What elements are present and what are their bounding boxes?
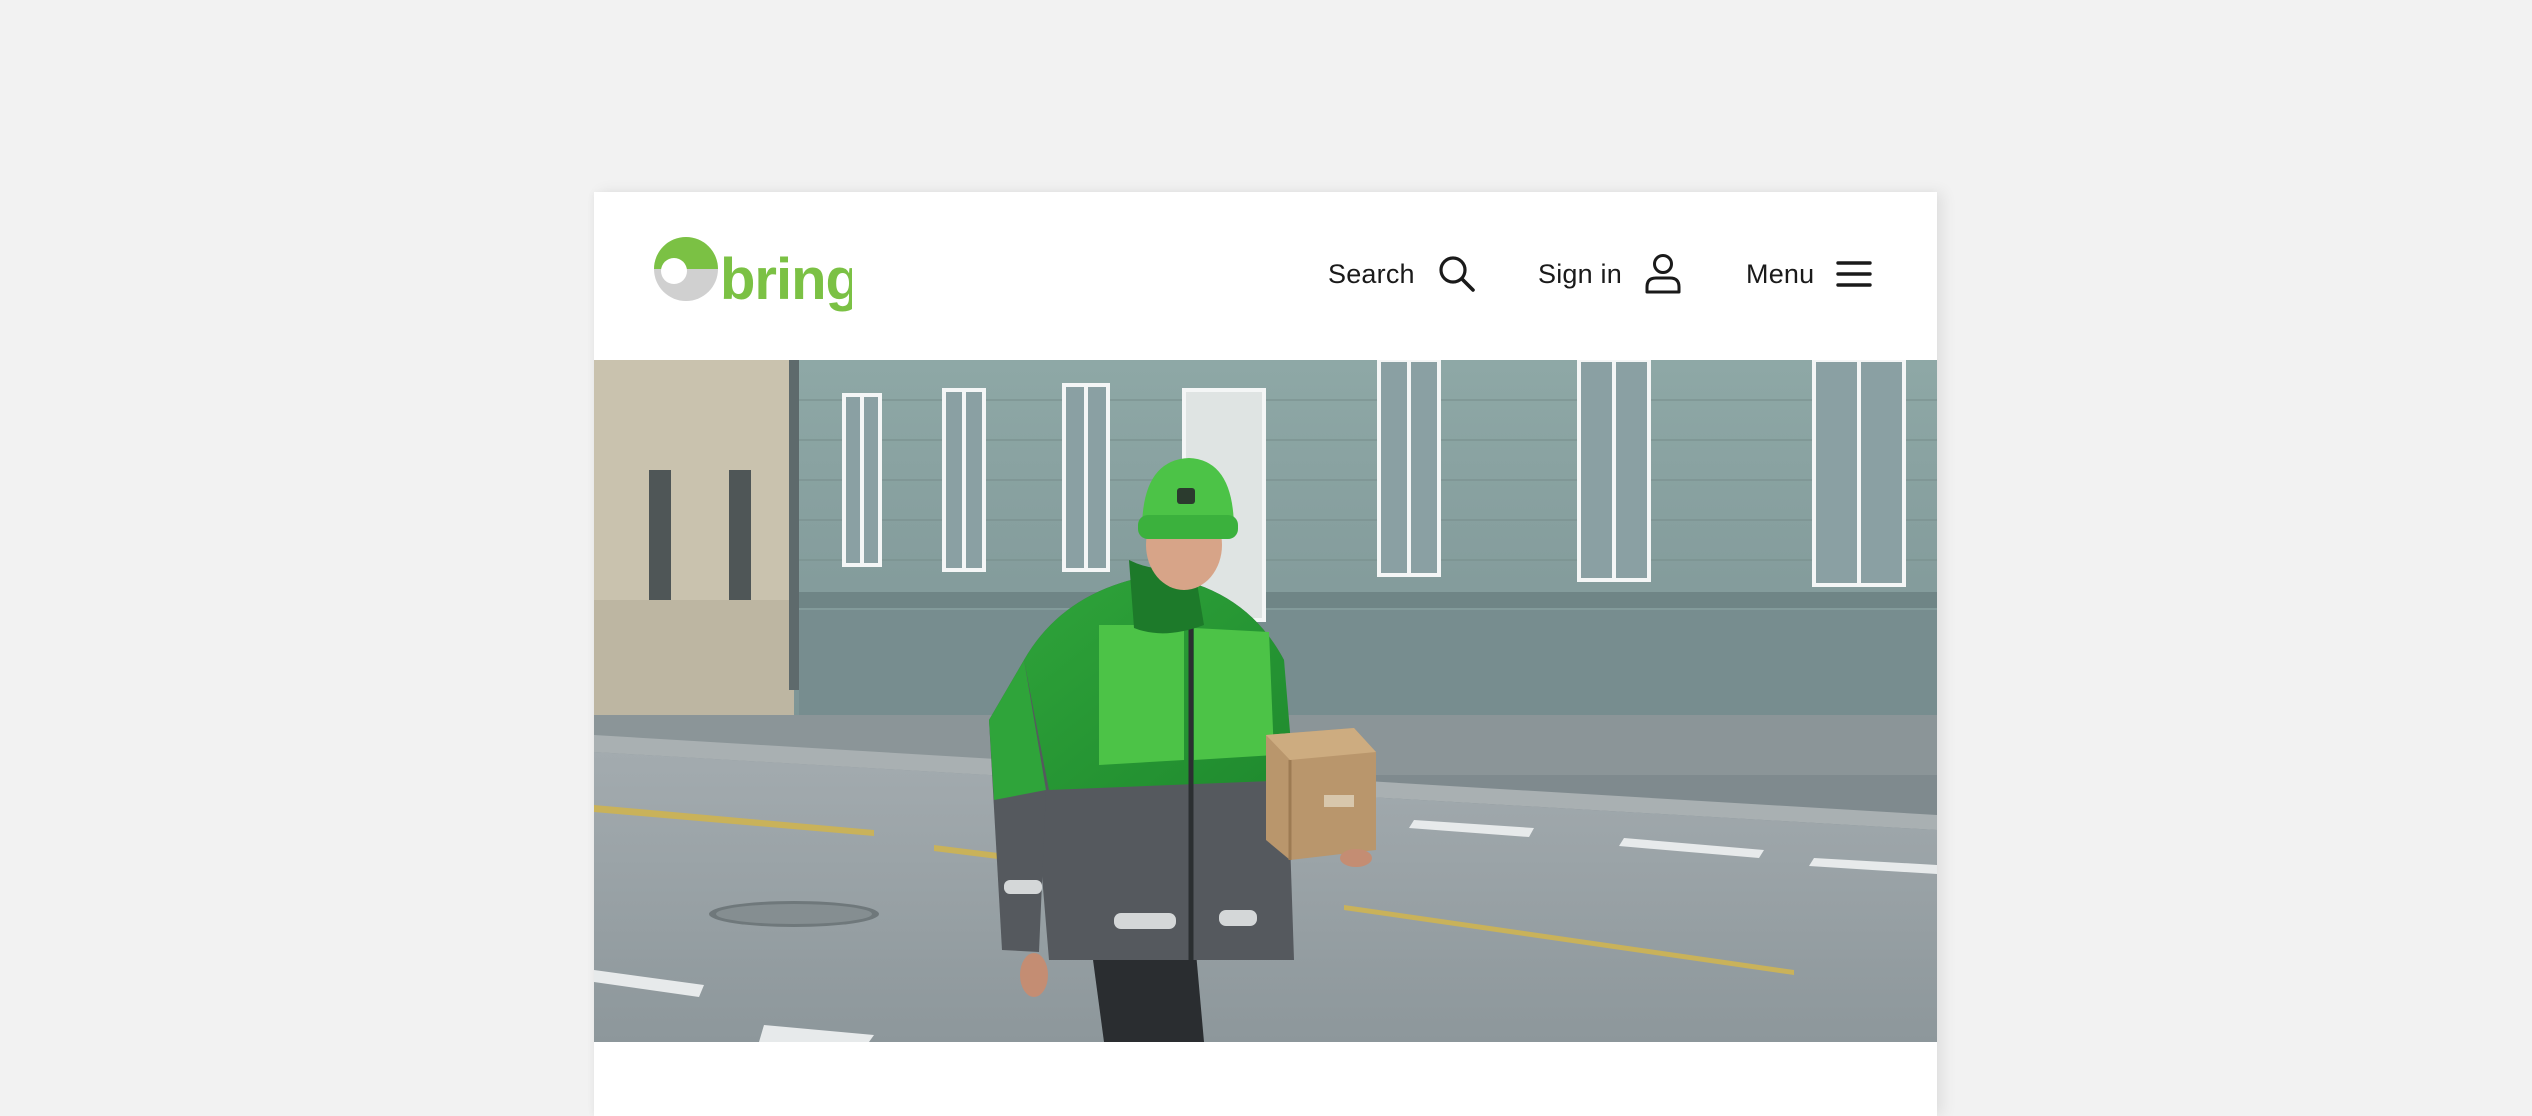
- sign-in-label: Sign in: [1538, 258, 1622, 289]
- site-header: bring Search Sign in Menu: [594, 192, 1937, 360]
- sign-in-button[interactable]: Sign in: [1538, 250, 1682, 298]
- bring-logo[interactable]: bring: [652, 237, 861, 317]
- user-icon: [1644, 253, 1682, 295]
- hero-image: [594, 360, 1937, 1042]
- search-icon: [1437, 254, 1477, 294]
- logo-wordmark: bring: [720, 247, 852, 312]
- hamburger-menu-icon: [1836, 259, 1873, 289]
- menu-button[interactable]: Menu: [1746, 250, 1873, 298]
- page-card: bring Search Sign in Menu: [594, 192, 1937, 1116]
- courier-walking-with-package-illustration: [594, 360, 1937, 1042]
- package: [1266, 728, 1376, 860]
- search-label: Search: [1328, 258, 1415, 289]
- menu-label: Menu: [1746, 258, 1815, 289]
- bring-logo-icon: bring: [654, 237, 861, 312]
- search-button[interactable]: Search: [1328, 250, 1477, 298]
